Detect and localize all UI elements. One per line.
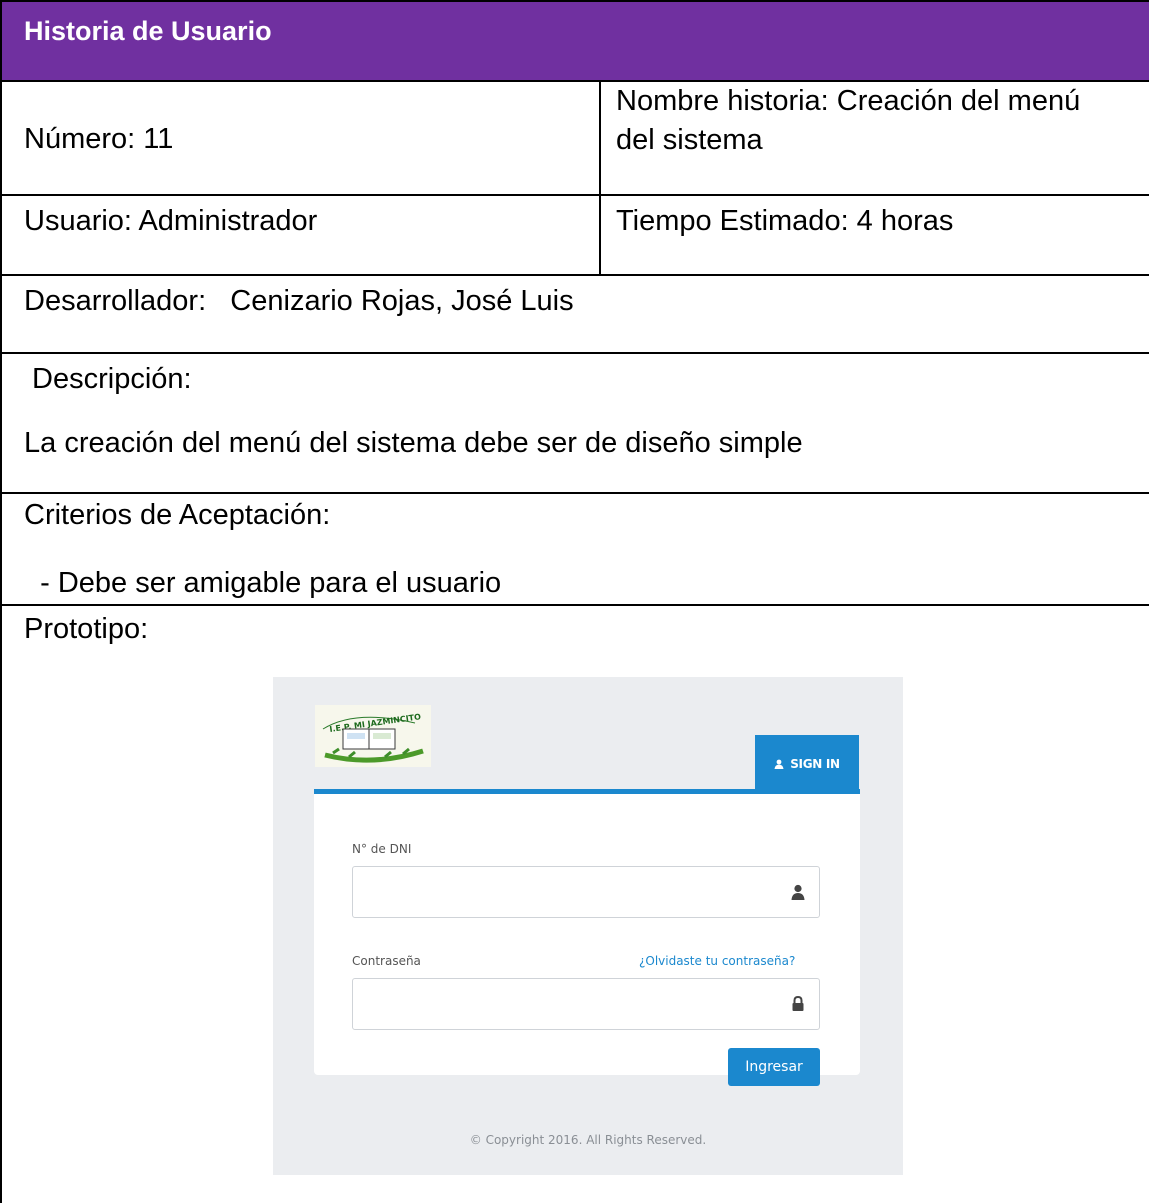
prototipo-label: Prototipo: bbox=[24, 613, 149, 645]
usuario-field: Usuario: Administrador bbox=[24, 205, 318, 237]
forgot-password-link[interactable]: ¿Olvidaste tu contraseña? bbox=[639, 954, 795, 968]
copyright-text: © Copyright 2016. All Rights Reserved. bbox=[469, 1133, 707, 1147]
header-title: Historia de Usuario bbox=[24, 16, 272, 46]
user-icon bbox=[791, 884, 805, 900]
criterios-label: Criterios de Aceptación: bbox=[24, 499, 331, 531]
signin-tab-label: SIGN IN bbox=[790, 756, 840, 771]
tiempo-field: Tiempo Estimado: 4 horas bbox=[616, 205, 954, 237]
prototype-login-screen: I.E.P. MI JAZMINCITO SIGN IN N° de DNI C… bbox=[273, 677, 903, 1175]
desarrollador-field: Desarrollador: Cenizario Rojas, José Lui… bbox=[24, 285, 574, 317]
lock-icon bbox=[792, 996, 804, 1011]
descripcion-text: La creación del menú del sistema debe se… bbox=[24, 427, 803, 459]
row-usuario-tiempo: Usuario: Administrador Tiempo Estimado: … bbox=[2, 196, 1149, 276]
column-divider bbox=[599, 196, 601, 274]
password-label: Contraseña bbox=[352, 954, 421, 968]
user-icon bbox=[774, 759, 784, 769]
header-row: Historia de Usuario bbox=[2, 0, 1149, 82]
nombre-historia-line2: del sistema bbox=[616, 124, 763, 156]
dni-label: N° de DNI bbox=[352, 842, 412, 856]
numero-field: Número: 11 bbox=[24, 123, 174, 155]
user-story-document: Historia de Usuario Número: 11 Nombre hi… bbox=[0, 0, 1149, 1203]
descripcion-label: Descripción: bbox=[24, 363, 192, 395]
password-input[interactable] bbox=[352, 978, 820, 1030]
school-logo: I.E.P. MI JAZMINCITO bbox=[315, 705, 431, 767]
dni-input[interactable] bbox=[352, 866, 820, 918]
signin-tab[interactable]: SIGN IN bbox=[755, 735, 859, 792]
nombre-historia-line1: Nombre historia: Creación del menú bbox=[616, 85, 1081, 117]
criterios-item: - Debe ser amigable para el usuario bbox=[24, 567, 502, 599]
login-card: N° de DNI Contraseña ¿Olvidaste tu contr… bbox=[314, 789, 860, 1086]
row-descripcion: Descripción: La creación del menú del si… bbox=[2, 354, 1149, 494]
row-criterios: Criterios de Aceptación: - Debe ser amig… bbox=[2, 494, 1149, 606]
row-desarrollador: Desarrollador: Cenizario Rojas, José Lui… bbox=[2, 276, 1149, 354]
column-divider bbox=[599, 82, 601, 194]
submit-button[interactable]: Ingresar bbox=[728, 1048, 820, 1086]
row-numero-nombre: Número: 11 Nombre historia: Creación del… bbox=[2, 82, 1149, 196]
